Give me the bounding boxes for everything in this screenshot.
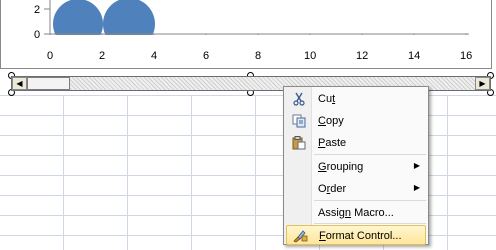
arrow-left-icon: ◀	[16, 79, 23, 88]
menu-item-label: Copy	[318, 115, 344, 127]
submenu-arrow-icon: ▶	[413, 183, 420, 192]
bubble-chart[interactable]: 2 0 0 2 4 6 8 10 12 14 16	[0, 0, 492, 69]
scroll-right-button[interactable]: ▶	[475, 77, 490, 90]
menu-item-order[interactable]: Order ▶	[286, 179, 426, 199]
menu-item-copy[interactable]: Copy	[286, 111, 426, 131]
menu-item-paste[interactable]: Paste	[286, 133, 426, 153]
menu-item-assign-macro[interactable]: Assign Macro...	[286, 203, 426, 223]
x-tick-10: 10	[304, 50, 316, 62]
menu-item-label: Grouping	[318, 161, 364, 173]
arrow-right-icon: ▶	[479, 79, 486, 88]
menu-separator	[314, 200, 426, 201]
x-tick-12: 12	[356, 50, 368, 62]
menu-separator	[314, 223, 426, 224]
menu-item-label: Order	[318, 183, 347, 195]
submenu-arrow-icon: ▶	[413, 161, 420, 170]
y-tick-2: 2	[34, 4, 40, 16]
menu-item-label: Cut	[318, 93, 336, 105]
scroll-thumb[interactable]	[27, 77, 70, 90]
x-tick-6: 6	[203, 50, 209, 62]
scissors-icon	[291, 92, 307, 106]
paste-icon	[291, 136, 307, 150]
format-control-icon	[292, 229, 308, 243]
x-tick-8: 8	[255, 50, 261, 62]
menu-item-format-control[interactable]: Format Control...	[286, 225, 426, 245]
menu-item-grouping[interactable]: Grouping ▶	[286, 157, 426, 177]
scroll-left-button[interactable]: ◀	[12, 77, 27, 90]
chart-plot: 2 0 0 2 4 6 8 10 12 14 16	[1, 0, 491, 68]
menu-item-label: Paste	[318, 137, 347, 149]
x-tick-2: 2	[99, 50, 105, 62]
menu-separator	[314, 154, 426, 155]
menu-item-label: Format Control...	[319, 230, 402, 242]
context-menu: Cut Copy Paste Grouping ▶ Order ▶ Assign…	[283, 86, 429, 245]
menu-item-cut[interactable]: Cut	[286, 89, 426, 109]
y-tick-0: 0	[34, 29, 40, 41]
x-tick-4: 4	[151, 50, 157, 62]
copy-icon	[291, 114, 307, 128]
x-tick-16: 16	[460, 50, 472, 62]
menu-item-label: Assign Macro...	[318, 207, 394, 219]
x-tick-0: 0	[47, 50, 53, 62]
x-tick-14: 14	[408, 50, 420, 62]
